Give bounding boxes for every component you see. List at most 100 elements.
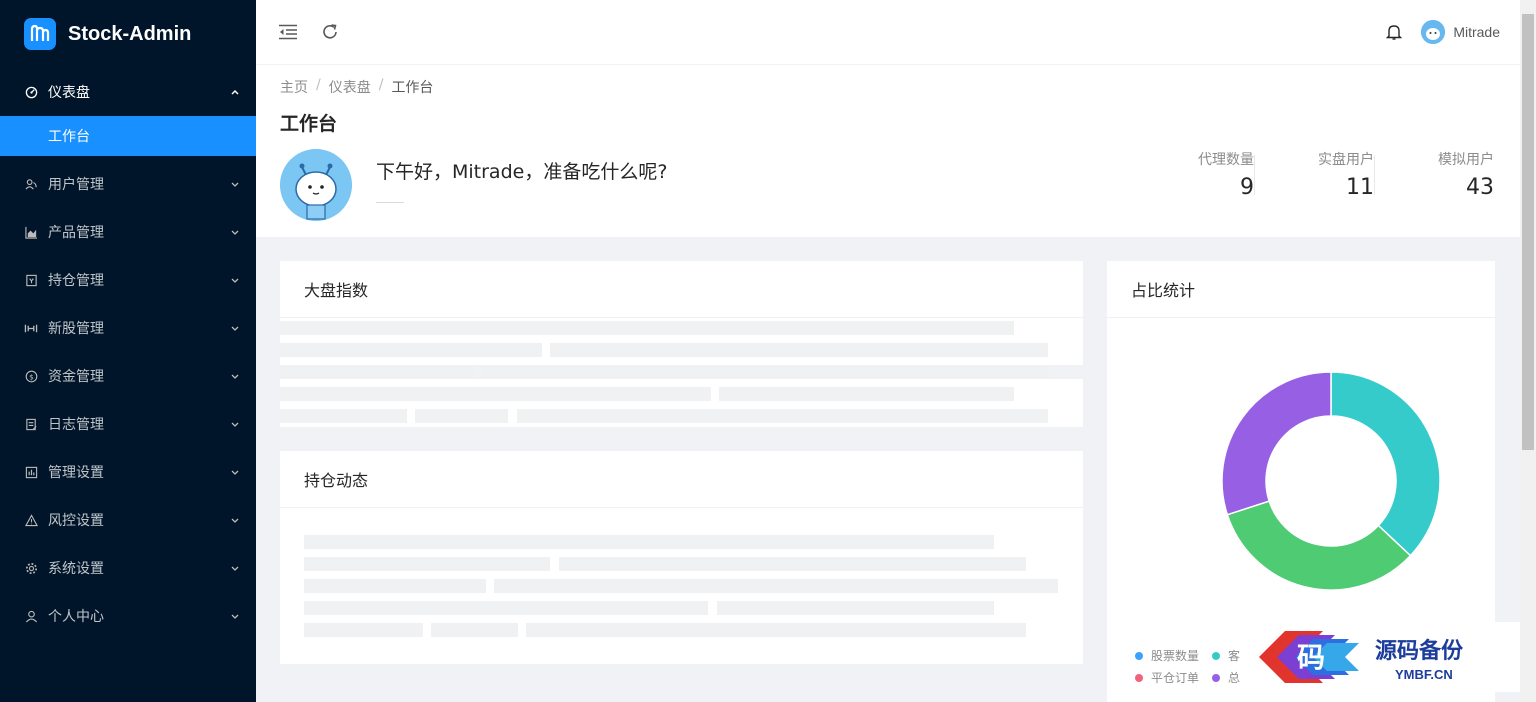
sidebar-subitem-workbench[interactable]: 工作台 [0,116,256,156]
legend-item[interactable]: 客 [1212,647,1240,664]
skeleton-line [304,535,994,549]
legend-label: 总 [1228,671,1241,685]
sidebar-item-logs[interactable]: 日志管理 [0,400,256,448]
skeleton-line [494,579,1058,593]
stat-value: 9 [1240,175,1254,200]
skeleton-line [280,387,711,401]
sidebar-subitem-label: 工作台 [48,129,90,145]
page-header: 主页 / 仪表盘 / 工作台 工作台 下午好，Mitrade，准备吃什么呢? 代… [256,65,1520,237]
skeleton-line [517,409,1048,423]
skeleton-line [304,557,550,571]
user-icon [24,609,38,623]
legend-dot [1135,651,1143,660]
skeleton-line [304,601,708,615]
skeleton-line [304,579,486,593]
watermark: 码 源码备份 YMBF.CN [1253,622,1526,692]
legend-dot [1135,673,1143,682]
sidebar-item-label: 产品管理 [48,225,104,241]
breadcrumb-current: 工作台 [391,80,434,96]
market-index-card: 大盘指数 [280,261,1083,427]
skeleton-line [280,365,474,379]
sidebar-item-funds[interactable]: $ 资金管理 [0,352,256,400]
skeleton-line [304,623,423,637]
breadcrumb: 主页 / 仪表盘 / 工作台 [280,77,1496,97]
page-scrollbar[interactable] [1520,0,1536,702]
dashboard-icon [24,85,38,99]
chevron-down-icon [230,275,240,285]
app-logo[interactable]: Stock-Admin [0,0,256,68]
sidebar-item-label: 日志管理 [48,417,104,433]
admin-settings-icon [24,465,38,479]
dollar-icon: $ [24,369,38,383]
sidebar-item-label: 用户管理 [48,177,104,193]
top-header: Mitrade [256,0,1520,64]
sidebar-item-dashboard[interactable]: 仪表盘 [0,68,256,116]
gear-icon [24,561,38,575]
stat-value: 11 [1346,175,1374,200]
legend-label: 平仓订单 [1151,671,1200,685]
donut-slice[interactable] [1226,500,1412,591]
username[interactable]: Mitrade [1453,24,1500,40]
breadcrumb-dashboard[interactable]: 仪表盘 [329,77,371,97]
sidebar-item-ipo[interactable]: 新股管理 [0,304,256,352]
reload-icon[interactable] [320,22,340,42]
legend-item[interactable]: 总 [1212,669,1240,686]
donut-slice[interactable] [1330,371,1441,557]
page-title: 工作台 [280,113,338,135]
card-title: 大盘指数 [280,261,1083,318]
chevron-down-icon [230,179,240,189]
sidebar-item-label: 仪表盘 [48,85,90,101]
welcome-block: 下午好，Mitrade，准备吃什么呢? [280,149,667,221]
skeleton-line [415,409,508,423]
header-user-area: Mitrade [1385,0,1500,64]
sidebar-item-label: 持仓管理 [48,273,104,289]
bell-icon[interactable] [1385,23,1403,41]
stat-live-users: 实盘用户 11 [1254,149,1374,200]
chevron-down-icon [230,611,240,621]
scrollbar-thumb[interactable] [1522,14,1534,450]
sidebar-item-admin-settings[interactable]: 管理设置 [0,448,256,496]
sidebar-item-risk-settings[interactable]: 风控设置 [0,496,256,544]
sidebar-item-label: 资金管理 [48,369,104,385]
watermark-glyph: 码 [1297,641,1325,674]
users-icon [24,177,38,191]
sidebar-item-system-settings[interactable]: 系统设置 [0,544,256,592]
legend-dot [1212,673,1220,682]
greeting-wrap: 下午好，Mitrade，准备吃什么呢? [376,157,667,221]
sidebar-item-users[interactable]: 用户管理 [0,160,256,208]
stat-agents: 代理数量 9 [1134,149,1254,200]
chevron-down-icon [230,323,240,333]
skeleton-line [526,623,1026,637]
legend-item[interactable]: 平仓订单 [1135,669,1199,686]
chevron-down-icon [230,227,240,237]
skeleton-line [280,321,1014,335]
sidebar-item-products[interactable]: 产品管理 [0,208,256,256]
sidebar-item-label: 新股管理 [48,321,104,337]
skeleton-line [280,409,407,423]
breadcrumb-home[interactable]: 主页 [280,77,308,97]
skeleton-line [550,343,1048,357]
donut-chart [1221,371,1441,591]
donut-slice[interactable] [1221,371,1332,516]
avatar[interactable] [1421,20,1446,44]
chevron-down-icon [230,563,240,573]
area-chart-icon [24,225,38,239]
watermark-logo: 码 [1253,625,1365,689]
greeting-text: 下午好，Mitrade，准备吃什么呢? [376,161,668,183]
skeleton-line [431,623,518,637]
svg-text:$: $ [29,372,34,381]
skeleton-line [719,387,1014,401]
chevron-down-icon [230,371,240,381]
logo-icon [24,18,56,50]
menu-fold-icon[interactable] [278,22,298,42]
sidebar-item-holdings[interactable]: 持仓管理 [0,256,256,304]
stat-label: 代理数量 [1198,152,1254,168]
skeleton-line [482,365,1048,379]
ipo-icon [24,321,38,335]
stat-label: 模拟用户 [1438,152,1494,168]
legend-dot [1212,651,1220,660]
sidebar-item-profile[interactable]: 个人中心 [0,592,256,640]
sidebar-item-label: 风控设置 [48,513,104,529]
legend-item[interactable]: 股票数量 [1135,647,1199,664]
stat-value: 43 [1466,175,1494,200]
